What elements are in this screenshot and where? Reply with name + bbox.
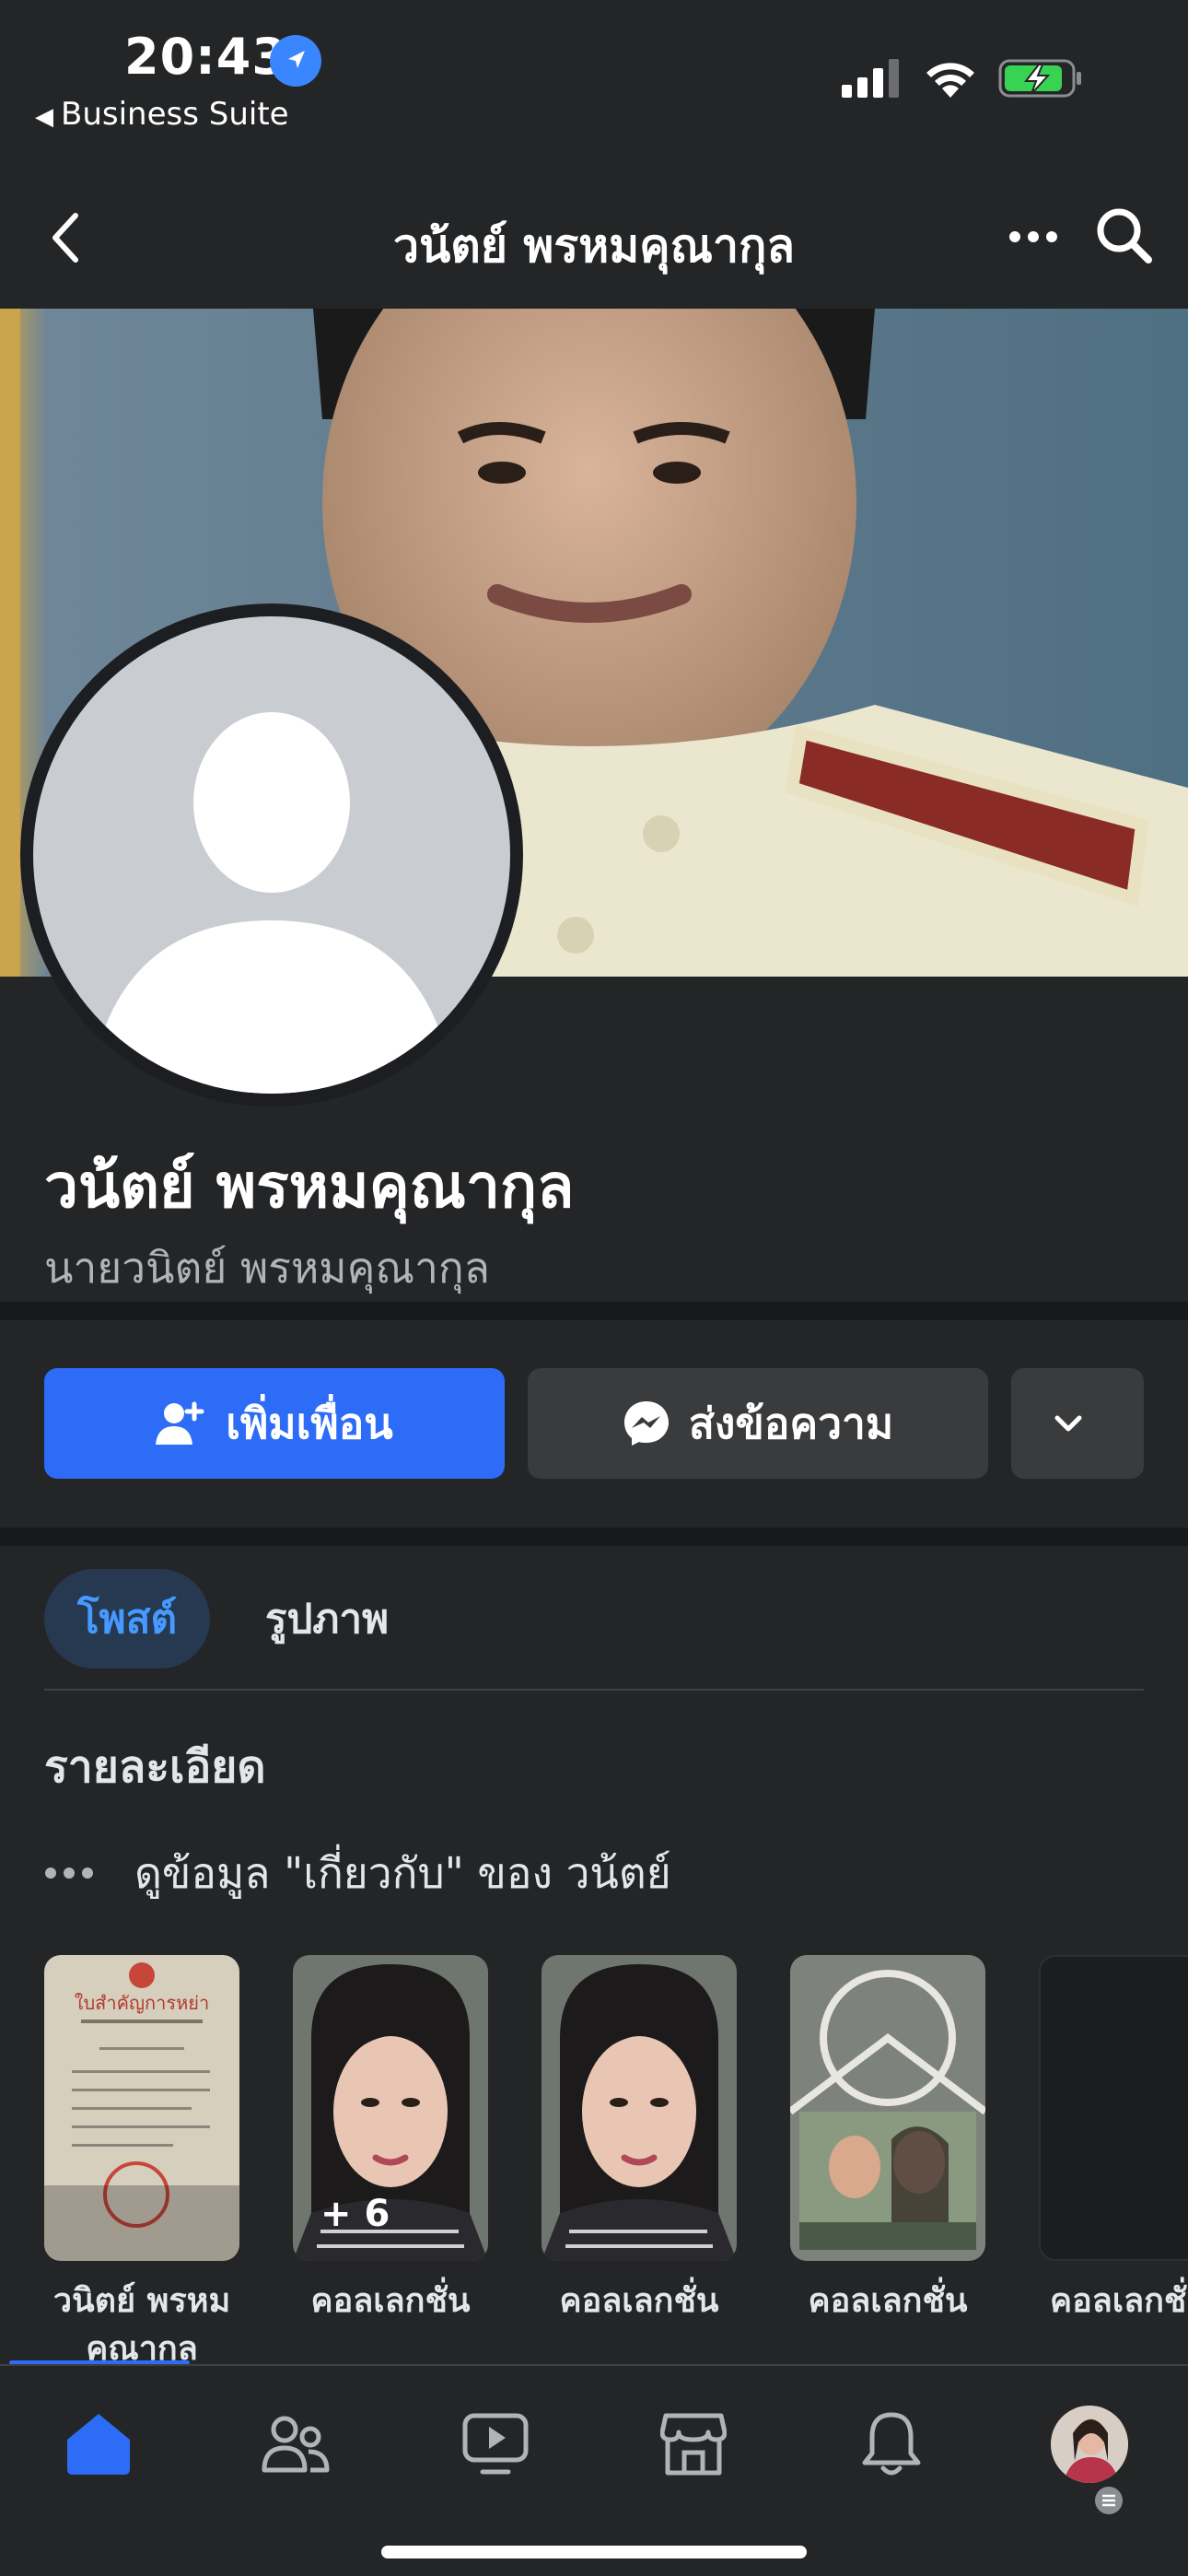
messenger-icon (623, 1401, 669, 1446)
highlight-label: คอลเลกชั่น (808, 2282, 968, 2320)
profile-alternate-name: นายวนิตย์ พรหมคุณากุล (44, 1243, 490, 1293)
highlight-thumbnail (1039, 1955, 1188, 2261)
highlight-item[interactable]: คอลเลกชั่ (1039, 1955, 1188, 2325)
highlight-thumbnail (790, 1955, 985, 2261)
video-tab[interactable] (454, 2403, 537, 2486)
section-divider (0, 1302, 1188, 1320)
add-friend-button[interactable]: เพิ่มเพื่อน (44, 1368, 505, 1479)
highlight-label: คอลเลกชั่น (310, 2282, 471, 2320)
message-button[interactable]: ส่งข้อความ (528, 1368, 988, 1479)
home-tab[interactable] (57, 2403, 140, 2486)
selfie-image (542, 1955, 737, 2261)
home-icon (67, 2414, 130, 2475)
back-app-label: Business Suite (61, 96, 289, 133)
status-time: 20:43 (124, 28, 287, 86)
notifications-icon (862, 2412, 921, 2476)
highlight-thumbnail (542, 1955, 737, 2261)
highlight-label-line: วนิตย์ พรหม (52, 2282, 231, 2320)
notifications-tab[interactable] (850, 2403, 933, 2486)
more-dots-icon (45, 1868, 93, 1879)
profile-actions: เพิ่มเพื่อน ส่งข้อความ (0, 1320, 1188, 1546)
highlight-count-badge: + 6 (320, 2193, 390, 2235)
status-bar: 20:43 ◀ Business Suite (0, 0, 1188, 175)
back-chevron-icon[interactable] (46, 210, 83, 265)
tab-posts[interactable]: โพสต์ (44, 1569, 210, 1669)
back-to-app-link[interactable]: ◀ Business Suite (35, 96, 289, 133)
chevron-down-icon (1054, 1415, 1082, 1432)
highlight-label: วนิตย์ พรหม คุณากุล (22, 2277, 262, 2373)
profile-tabs: โพสต์ รูปภาพ (0, 1546, 1188, 1693)
about-link-label: ดูข้อมูล "เกี่ยวกับ" ของ วน้ตย์ (134, 1847, 671, 1898)
profile-name: วน้ตย์ พรหมคุณากุล (44, 1151, 575, 1222)
profile-menu-avatar (1051, 2406, 1128, 2483)
about-link[interactable]: ดูข้อมูล "เกี่ยวกับ" ของ วน้ตย์ (44, 1841, 671, 1905)
friends-tab[interactable] (254, 2403, 337, 2486)
wifi-icon (926, 63, 974, 98)
highlight-label: คอลเลกชั่น (559, 2282, 719, 2320)
location-icon (270, 35, 321, 87)
marketplace-icon (660, 2413, 727, 2476)
highlight-label: คอลเลกชั่ (1050, 2282, 1187, 2320)
tabs-divider (44, 1689, 1144, 1691)
section-divider (0, 1528, 1188, 1546)
friends-icon (262, 2416, 330, 2473)
highlight-thumbnail: + 6 (293, 1955, 488, 2261)
nav-title: วน้ตย์ พรหมคุณากุล (393, 219, 795, 273)
home-indicator (381, 2546, 807, 2558)
highlight-item[interactable]: + 6 คอลเลกชั่น (293, 1955, 488, 2325)
battery-charging-icon (998, 59, 1081, 98)
highlight-item[interactable]: คอลเลกชั่น (790, 1955, 985, 2325)
search-icon[interactable] (1091, 203, 1156, 267)
profile-picture-frame[interactable] (20, 603, 523, 1107)
default-avatar-icon (33, 616, 510, 1094)
menu-badge-icon (1092, 2484, 1125, 2517)
document-title: ใบสำคัญการหย่า (74, 1992, 210, 2014)
more-icon[interactable] (1006, 223, 1061, 251)
highlight-item[interactable]: คอลเลกชั่น (542, 1955, 737, 2325)
tab-photos[interactable]: รูปภาพ (230, 1569, 424, 1669)
details-heading: รายละเอียด (44, 1741, 266, 1793)
video-icon (462, 2413, 529, 2475)
profile-menu-tab[interactable] (1048, 2403, 1131, 2486)
add-friend-label: เพิ่มเพื่อน (226, 1398, 393, 1448)
more-actions-button[interactable] (1011, 1368, 1144, 1479)
add-friend-icon (156, 1401, 204, 1445)
message-label: ส่งข้อความ (688, 1398, 894, 1448)
highlight-item[interactable]: ใบสำคัญการหย่า วนิตย์ พรหม คุณากุล (44, 1955, 239, 2373)
marketplace-tab[interactable] (652, 2403, 735, 2486)
couple-photo-image (790, 1955, 985, 2261)
profile-nav-bar: วน้ตย์ พรหมคุณากุล (0, 175, 1188, 309)
signal-icon (842, 59, 899, 98)
bottom-tab-bar (0, 2364, 1188, 2576)
back-triangle-icon: ◀ (35, 103, 53, 131)
highlight-thumbnail: ใบสำคัญการหย่า (44, 1955, 239, 2261)
